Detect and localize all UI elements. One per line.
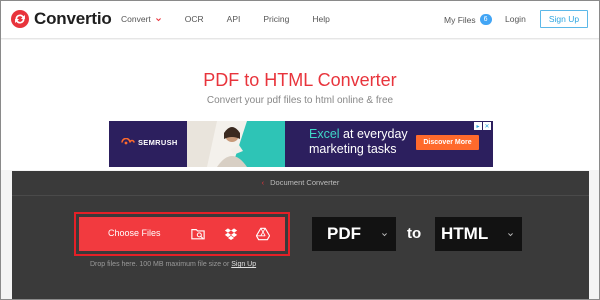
adchoices-icon[interactable]: ▸ ✕ <box>473 122 491 130</box>
adchoices-info-icon: ▸ <box>474 122 482 130</box>
page-subtitle: Convert your pdf files to html online & … <box>206 95 394 106</box>
semrush-logo: SEMRUSH <box>121 138 178 147</box>
drop-hint-text: Drop files here. 100 MB maximum file siz… <box>90 261 232 268</box>
breadcrumb[interactable]: ‹ Document Converter <box>12 178 589 187</box>
my-files-link[interactable]: My Files 6 <box>444 14 492 25</box>
ad-brand-text: SEMRUSH <box>138 138 178 147</box>
from-format-select[interactable]: PDF <box>312 217 396 251</box>
to-format-label: HTML <box>441 224 489 243</box>
logo-text: Convertio <box>34 9 112 28</box>
convertio-logo-icon <box>11 10 29 28</box>
from-format-label: PDF <box>327 224 361 243</box>
my-files-count-badge: 6 <box>479 14 492 25</box>
nav-item-ocr[interactable]: OCR <box>185 14 204 24</box>
nav-item-label: Convert <box>121 14 151 24</box>
drop-hint: Drop files here. 100 MB maximum file siz… <box>90 261 256 268</box>
drop-hint-signup-link[interactable]: Sign Up <box>231 261 256 268</box>
main-nav: Convert OCR API Pricing Help <box>121 14 353 24</box>
google-drive-icon[interactable] <box>256 227 270 241</box>
to-label: to <box>407 225 422 242</box>
chevron-down-icon <box>508 233 513 237</box>
choose-files-button[interactable]: Choose Files <box>79 217 285 251</box>
dropbox-icon[interactable] <box>224 227 238 241</box>
ad-headline-rest: at everyday <box>339 127 408 141</box>
ad-cta-button[interactable]: Discover More <box>416 135 479 150</box>
semrush-logo-icon <box>121 138 135 145</box>
login-link[interactable]: Login <box>505 14 526 24</box>
adchoices-close-icon: ✕ <box>483 122 491 130</box>
ad-photo-image <box>187 121 285 167</box>
logo[interactable]: Convertio <box>11 9 112 29</box>
to-format-select[interactable]: HTML <box>435 217 522 251</box>
arrow-left-icon: ‹ <box>261 178 265 187</box>
choose-files-label: Choose Files <box>108 228 161 238</box>
signup-button[interactable]: Sign Up <box>540 10 588 28</box>
site-header: Convertio Convert OCR API Pricing Help M… <box>1 1 599 39</box>
page-title: PDF to HTML Converter <box>203 70 397 90</box>
chevron-down-icon <box>382 233 387 237</box>
ad-headline-line2: marketing tasks <box>309 142 397 156</box>
choose-files-highlight: Choose Files <box>74 212 290 256</box>
nav-item-pricing[interactable]: Pricing <box>263 14 289 24</box>
my-files-label: My Files <box>444 14 476 25</box>
ad-headline: Excel at everyday marketing tasks <box>309 127 408 157</box>
divider <box>12 195 589 196</box>
converter-panel: ‹ Document Converter Choose Files Drop f… <box>12 171 589 299</box>
ad-banner[interactable]: SEMRUSH Excel at everyday marketing task… <box>109 121 493 167</box>
folder-search-icon[interactable] <box>191 227 205 241</box>
nav-item-api[interactable]: API <box>227 14 241 24</box>
nav-item-convert[interactable]: Convert <box>121 14 162 24</box>
browser-frame: Convertio Convert OCR API Pricing Help M… <box>0 0 600 300</box>
chevron-down-icon <box>155 17 161 21</box>
ad-headline-highlight: Excel <box>309 127 340 141</box>
breadcrumb-label: Document Converter <box>270 178 340 187</box>
nav-item-help[interactable]: Help <box>312 14 329 24</box>
